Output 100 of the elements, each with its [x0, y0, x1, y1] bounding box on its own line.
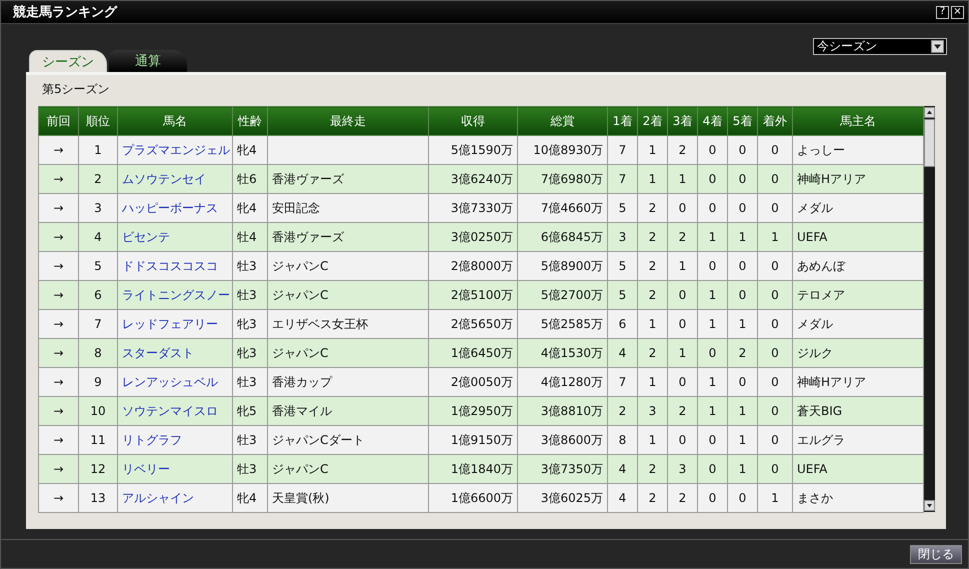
table-cell: 7 [618, 143, 626, 157]
table-cell: 1 [708, 288, 716, 302]
table-cell: 3億6240万 [450, 172, 513, 186]
table-cell: ジャパンC [272, 462, 328, 476]
tab[interactable]: 通算 [109, 50, 187, 72]
help-button[interactable]: ? [936, 6, 949, 18]
table-cell: 0 [771, 143, 779, 157]
table-cell: 1億2950万 [450, 404, 513, 418]
column-header[interactable]: 着外 [758, 106, 792, 136]
table-cell: 香港ヴァーズ [272, 172, 344, 186]
table-cell: 3 [648, 404, 656, 418]
table-cell: 2億5100万 [450, 288, 513, 302]
table-cell: 7 [618, 172, 626, 186]
column-header[interactable]: 馬主名 [792, 106, 924, 136]
table-cell: よっしー [797, 142, 845, 156]
column-header[interactable]: 馬名 [118, 106, 232, 136]
table-cell: ジルク [797, 346, 833, 360]
table-cell: 0 [771, 201, 779, 215]
table-cell: 1 [708, 375, 716, 389]
table-cell: 0 [738, 143, 746, 157]
scroll-up-icon[interactable] [924, 107, 935, 118]
table-cell: 4 [94, 230, 102, 244]
table-cell: 2 [648, 201, 656, 215]
table-cell: 5 [618, 201, 626, 215]
tab[interactable]: シーズン [29, 50, 107, 72]
table-cell: 1 [771, 230, 779, 244]
table-cell: 5億8900万 [540, 258, 603, 272]
table-cell: 2 [678, 230, 686, 244]
table-cell: 5 [618, 259, 626, 273]
table-cell: 0 [738, 201, 746, 215]
table-cell: 7 [618, 375, 626, 389]
table-cell: 0 [738, 259, 746, 273]
column-header[interactable]: 3着 [668, 106, 698, 136]
table-cell: 牡3 [237, 462, 257, 476]
table-cell: 神崎Hアリア [797, 374, 866, 388]
table-cell: 6 [618, 317, 626, 331]
column-header[interactable]: 2着 [638, 106, 668, 136]
table-cell: 1 [648, 433, 656, 447]
table-cell: 1 [94, 143, 102, 157]
table-cell: ジャパンCダート [272, 432, 364, 446]
table-cell: 牡4 [237, 230, 257, 244]
table-cell: 1億6450万 [450, 346, 513, 360]
table-cell: 1 [738, 433, 746, 447]
table-cell: 2 [678, 404, 686, 418]
column-header[interactable]: 最終走 [268, 106, 428, 136]
table-cell: 2 [618, 404, 626, 418]
column-header[interactable]: 前回 [38, 106, 78, 136]
table-cell: 4 [618, 462, 626, 476]
table-cell: 0 [771, 404, 779, 418]
table-cell: 0 [738, 172, 746, 186]
table-cell: 0 [708, 433, 716, 447]
column-header[interactable]: 収得 [428, 106, 518, 136]
column-header[interactable]: 総賞 [518, 106, 608, 136]
table-cell: 0 [738, 288, 746, 302]
table-cell: 0 [771, 433, 779, 447]
table-cell: 7億4660万 [540, 200, 603, 214]
table-cell: 5億1590万 [450, 142, 513, 156]
table-cell: 0 [678, 375, 686, 389]
table-cell: ジャパンC [272, 346, 328, 360]
table-cell: 10 [90, 404, 106, 418]
table-cell: 0 [708, 172, 716, 186]
table-cell: 6 [94, 288, 102, 302]
table-cell: → [53, 375, 64, 389]
table-cell: 0 [738, 491, 746, 505]
table-cell: 牝3 [237, 316, 257, 330]
column-header[interactable]: 性齢 [232, 106, 268, 136]
column-header[interactable]: 順位 [78, 106, 118, 136]
column-header[interactable]: 4着 [698, 106, 728, 136]
table-cell: → [53, 172, 64, 186]
table-cell: 2 [94, 172, 102, 186]
period-dropdown[interactable]: 今シーズン [813, 38, 947, 55]
table-cell: 4 [618, 491, 626, 505]
table-cell: 7 [94, 317, 102, 331]
table-cell: 1 [708, 404, 716, 418]
table-cell: → [53, 491, 64, 505]
scrollbar[interactable] [924, 106, 935, 512]
close-button[interactable]: × [951, 6, 964, 18]
column-header[interactable]: 5着 [728, 106, 758, 136]
table-cell: 3億8810万 [540, 404, 603, 418]
table-cell: 1 [708, 317, 716, 331]
table-cell: → [53, 462, 64, 476]
table-cell: 1 [708, 230, 716, 244]
table-cell: → [53, 288, 64, 302]
scroll-down-icon[interactable] [924, 500, 935, 511]
season-caption: 第5シーズン [41, 81, 111, 98]
table-cell: 1 [648, 143, 656, 157]
table-cell: 5億2700万 [540, 288, 603, 302]
table-cell: 7億6980万 [540, 172, 603, 186]
table-cell: 0 [708, 143, 716, 157]
table-cell: 8 [618, 433, 626, 447]
scroll-thumb[interactable] [924, 119, 935, 167]
table-cell: 0 [771, 259, 779, 273]
table-cell: 0 [708, 201, 716, 215]
column-header[interactable]: 1着 [608, 106, 638, 136]
table-cell: ジャパンC [272, 288, 328, 302]
table-cell: 安田記念 [272, 200, 320, 214]
table-cell: 神崎Hアリア [797, 172, 866, 186]
table-cell: 3億7350万 [540, 462, 603, 476]
close-button[interactable]: 閉じる [910, 544, 962, 564]
table-cell: 2 [648, 346, 656, 360]
